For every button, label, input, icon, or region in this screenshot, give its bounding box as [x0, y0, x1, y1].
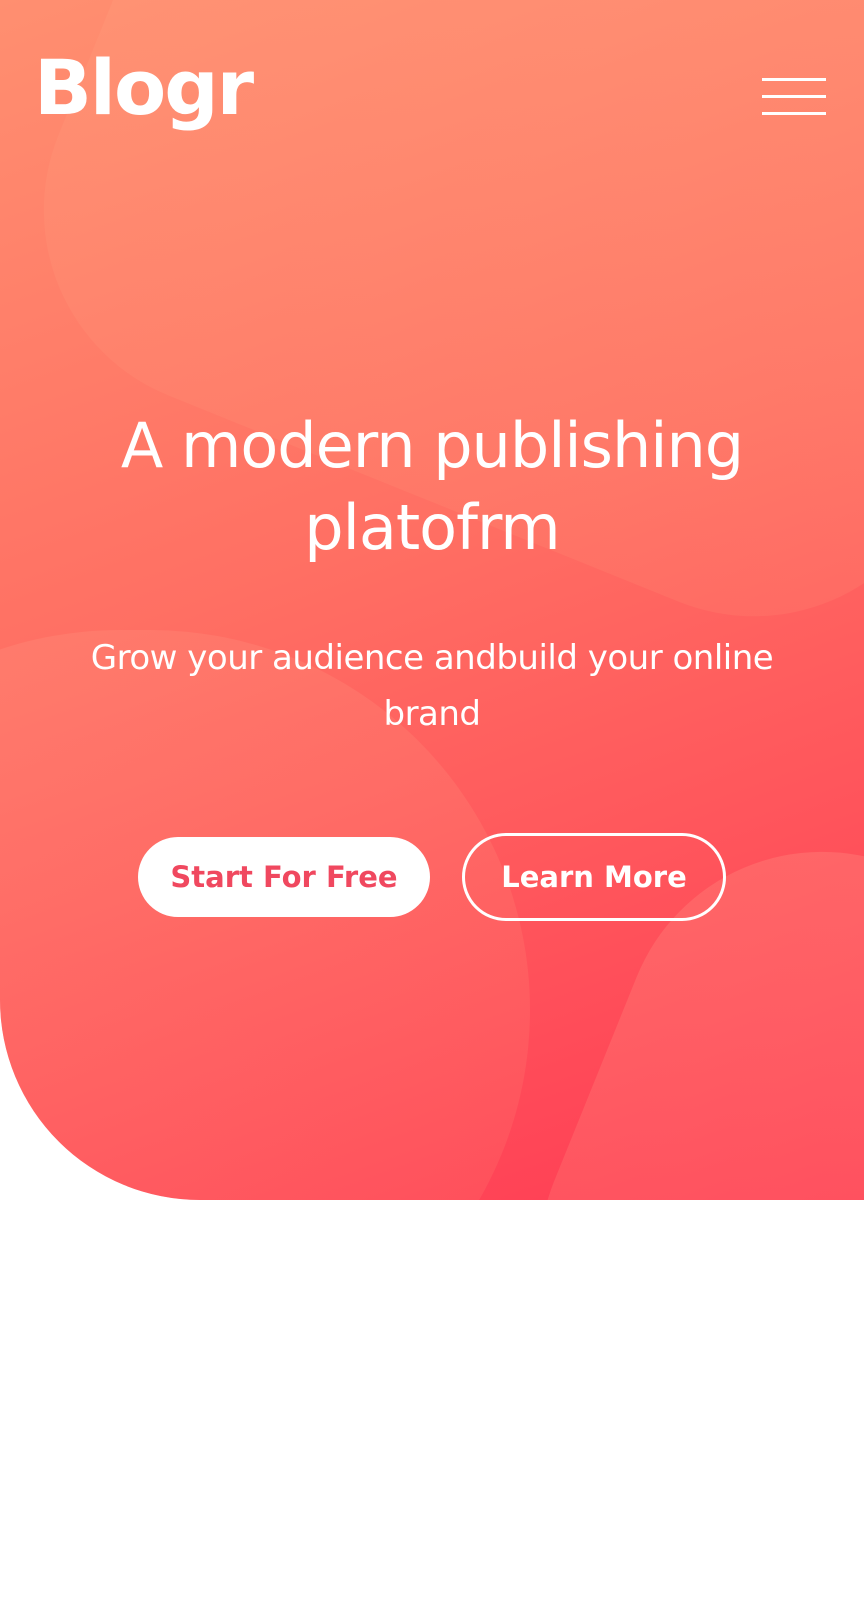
hero-section: Blogr A modern publishing platofrm Grow …: [0, 0, 864, 1200]
menu-line: [762, 78, 826, 81]
menu-line: [762, 95, 826, 98]
hero-subtitle: Grow your audience andbuild your online …: [90, 638, 774, 734]
menu-line: [762, 112, 826, 115]
hero-title: A modern publishing platofrm: [120, 409, 744, 564]
site-header: Blogr: [0, 0, 864, 170]
start-for-free-button[interactable]: Start For Free: [138, 837, 430, 917]
logo[interactable]: Blogr: [34, 50, 254, 126]
hamburger-menu-icon[interactable]: [762, 78, 828, 118]
learn-more-button[interactable]: Learn More: [462, 833, 726, 921]
